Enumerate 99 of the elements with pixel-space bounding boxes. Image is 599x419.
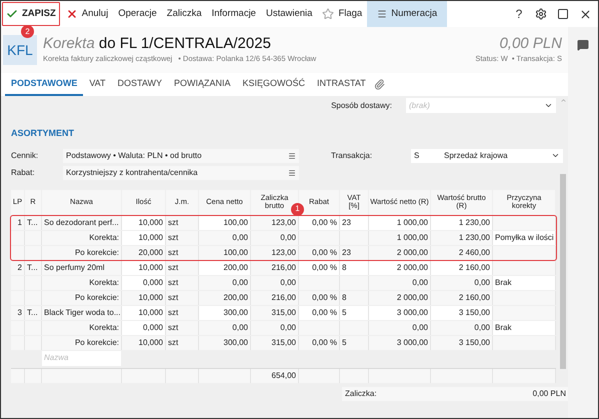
toolbar-button[interactable]: Ustawienia <box>260 1 318 27</box>
net-value-cell: 3 000,00 <box>369 306 431 320</box>
quantity-cell: 10,000 <box>122 230 166 244</box>
unit-cell: szt <box>166 276 199 290</box>
advance-cell: 216,00 <box>251 290 299 304</box>
summary-label: Zaliczka: <box>345 388 377 400</box>
discount-cell: 0,00 % <box>299 290 340 304</box>
r-cell: T... <box>25 306 42 320</box>
net-price-cell: 300,00 <box>199 336 251 350</box>
quantity-cell: 10,000 <box>122 290 166 304</box>
lp-cell: 1 <box>11 216 25 230</box>
vat-cell: 8 <box>340 260 369 274</box>
field-label: Rabat: <box>11 166 36 178</box>
quantity-cell: 10,000 <box>122 306 166 320</box>
net-value-cell: 2 000,00 <box>369 290 431 304</box>
quantity-cell: 20,000 <box>122 246 166 260</box>
net-value-cell: 3 000,00 <box>369 336 431 350</box>
reason-cell: Pomyłka w ilości <box>493 230 556 244</box>
r-cell: T... <box>25 216 42 230</box>
gross-value-cell: 1 230,00 <box>431 216 493 230</box>
document-amount: 0,00 PLN <box>499 35 562 54</box>
field-label: Cennik: <box>11 150 40 162</box>
net-price-cell: 100,00 <box>199 246 251 260</box>
tab[interactable]: KSIĘGOWOŚĆ <box>236 73 312 96</box>
reason-cell: Brak <box>493 320 556 334</box>
discount-cell: 0,00 % <box>299 216 340 230</box>
field-label: Transakcja: <box>331 150 374 162</box>
advance-cell: 0,00 <box>251 230 299 244</box>
net-price-cell: 100,00 <box>199 216 251 230</box>
vat-cell: 5 <box>340 336 369 350</box>
advance-cell: 315,00 <box>251 336 299 350</box>
net-value-cell: 0,00 <box>369 320 431 334</box>
reason-cell: Brak <box>493 276 556 290</box>
discount-cell: 0,00 % <box>299 336 340 350</box>
net-price-cell: 200,00 <box>199 260 251 274</box>
lp-cell: 2 <box>11 260 25 274</box>
unit-cell: szt <box>166 336 199 350</box>
gross-value-cell: 2 160,00 <box>431 260 493 274</box>
quantity-cell: 0,000 <box>122 276 166 290</box>
gross-value-cell: 2 460,00 <box>431 246 493 260</box>
gross-value-cell: 3 150,00 <box>431 336 493 350</box>
unit-cell: szt <box>166 246 199 260</box>
vat-cell: 23 <box>340 216 369 230</box>
gross-value-cell: 2 160,00 <box>431 290 493 304</box>
name-input[interactable]: Nazwa <box>42 350 121 366</box>
unit-cell: szt <box>166 230 199 244</box>
advance-cell: 123,00 <box>251 246 299 260</box>
net-price-cell: 0,00 <box>199 230 251 244</box>
toolbar-button[interactable]: Numeracja <box>367 1 448 27</box>
name-cell: Po korekcie: <box>42 336 122 350</box>
vat-cell: 5 <box>340 306 369 320</box>
document-title: Korekta do FL 1/CENTRALA/2025 <box>43 35 272 54</box>
save-button[interactable]: ZAPISZ <box>1 1 61 27</box>
net-value-cell: 0,00 <box>369 276 431 290</box>
quantity-cell: 0,000 <box>122 320 166 334</box>
summary-value: 0,00 PLN <box>532 388 566 400</box>
name-cell: Po korekcie: <box>42 246 122 260</box>
document-type-tile: KFL <box>3 35 37 65</box>
discount-field[interactable]: Korzystniejszy z kontrahenta/cennika <box>63 166 299 180</box>
name-cell: Po korekcie: <box>42 290 122 304</box>
net-value-cell: 2 000,00 <box>369 260 431 274</box>
section-title: ASORTYMENT <box>11 127 75 140</box>
transaction-select[interactable]: S Sprzedaż krajowa <box>411 148 563 162</box>
toolbar-button[interactable]: Operacje <box>113 1 162 27</box>
price-list-field[interactable]: Podstawowy • Waluta: PLN • od brutto <box>63 148 299 162</box>
r-cell: T... <box>25 260 42 274</box>
quantity-cell: 10,000 <box>122 336 166 350</box>
net-value-cell: 1 000,00 <box>369 216 431 230</box>
field-label: Sposób dostawy: <box>331 100 392 112</box>
toolbar-button[interactable]: Zaliczka <box>162 1 207 27</box>
net-price-cell: 200,00 <box>199 290 251 304</box>
toolbar-button[interactable]: Flaga <box>317 1 368 27</box>
discount-cell: 0,00 % <box>299 246 340 260</box>
gross-value-cell: 3 150,00 <box>431 306 493 320</box>
quantity-cell: 10,000 <box>122 260 166 274</box>
advance-cell: 0,00 <box>251 276 299 290</box>
tab[interactable]: POWIĄZANIA <box>168 73 237 96</box>
discount-cell: 0,00 % <box>299 260 340 274</box>
annotation-badge: 1 <box>291 202 304 216</box>
tab[interactable]: INTRASTAT <box>311 73 372 96</box>
vat-cell: 8 <box>340 290 369 304</box>
total-cell: 654,00 <box>251 368 299 382</box>
net-value-cell: 1 000,00 <box>369 230 431 244</box>
tab[interactable]: DOSTAWY <box>112 73 168 96</box>
net-price-cell: 300,00 <box>199 306 251 320</box>
vat-cell: 23 <box>340 246 369 260</box>
quantity-cell: 10,000 <box>122 216 166 230</box>
help-button[interactable]: ? <box>508 5 530 23</box>
net-price-cell: 0,00 <box>199 320 251 334</box>
tab[interactable]: VAT <box>83 73 112 96</box>
discount-cell: 0,00 % <box>299 306 340 320</box>
net-price-cell: 0,00 <box>199 276 251 290</box>
lp-cell: 3 <box>11 306 25 320</box>
unit-cell: szt <box>166 290 199 304</box>
advance-cell: 0,00 <box>251 320 299 334</box>
cancel-button[interactable]: Anuluj <box>60 1 114 27</box>
unit-cell: szt <box>166 320 199 334</box>
net-value-cell: 2 000,00 <box>369 246 431 260</box>
toolbar-button[interactable]: Informacje <box>206 1 261 27</box>
